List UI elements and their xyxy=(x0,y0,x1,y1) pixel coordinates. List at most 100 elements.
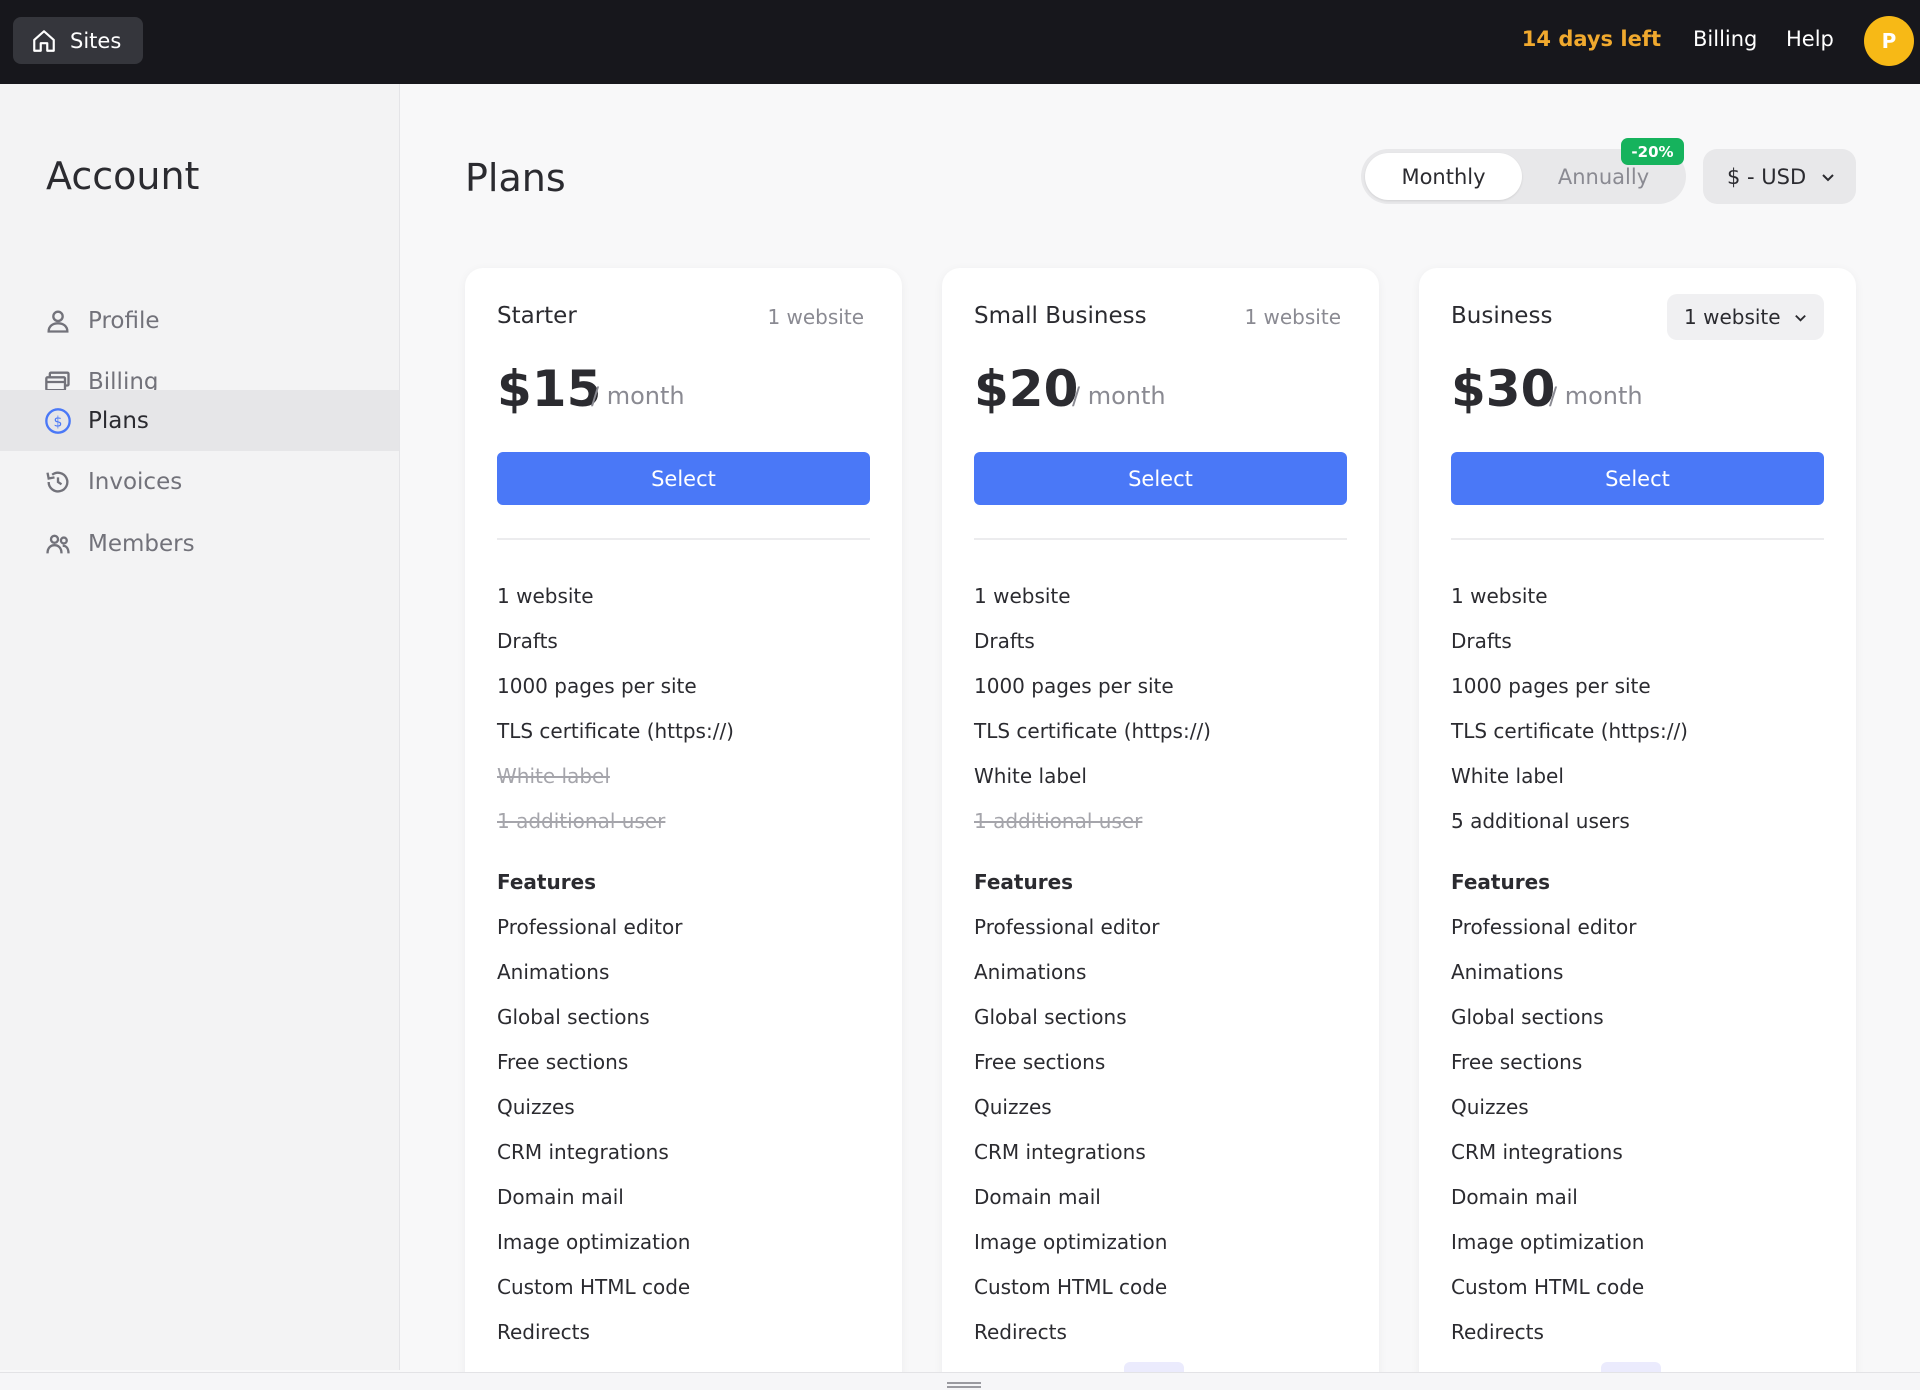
plan-card-small-business: Small Business 1 website $20 / month Sel… xyxy=(942,268,1379,1390)
feature-item: Animations xyxy=(497,960,610,984)
feature-item: Custom HTML code xyxy=(974,1275,1168,1299)
feature-item: Global sections xyxy=(497,1005,650,1029)
billing-link[interactable]: Billing xyxy=(1693,27,1757,51)
plan-period: / month xyxy=(1549,382,1643,410)
trial-days-left[interactable]: 14 days left xyxy=(1522,27,1661,51)
limit-item: 1 website xyxy=(974,584,1071,608)
plan-name: Business xyxy=(1451,303,1553,329)
discount-badge: -20% xyxy=(1621,138,1684,165)
resize-handle[interactable] xyxy=(947,1382,981,1388)
limit-item: TLS certificate (https://) xyxy=(497,719,734,743)
plan-card-business: Business 1 website $30 / month Select 1 … xyxy=(1419,268,1856,1390)
limit-item-excluded: White label xyxy=(497,764,610,788)
website-count-value: 1 website xyxy=(1684,305,1781,329)
feature-item: Image optimization xyxy=(1451,1230,1645,1254)
limit-item: TLS certificate (https://) xyxy=(974,719,1211,743)
features-heading: Features xyxy=(974,870,1074,894)
feature-item: Quizzes xyxy=(974,1095,1052,1119)
sidebar: Account Profile Billing $ Plans Invoices… xyxy=(0,84,400,1370)
limit-item: 1000 pages per site xyxy=(497,674,697,698)
select-starter-button[interactable]: Select xyxy=(497,452,870,505)
top-bar: Sites 14 days left Billing Help P xyxy=(0,0,1920,84)
user-icon xyxy=(47,310,69,333)
feature-item: Image optimization xyxy=(497,1230,691,1254)
chevron-down-icon xyxy=(1794,314,1806,322)
page-title: Plans xyxy=(465,156,566,200)
feature-item: Custom HTML code xyxy=(1451,1275,1645,1299)
limit-item-excluded: 1 additional user xyxy=(497,809,666,833)
users-icon xyxy=(46,534,70,553)
feature-item: Animations xyxy=(1451,960,1564,984)
sidebar-item-label: Plans xyxy=(88,407,149,434)
divider xyxy=(1451,538,1824,540)
help-link[interactable]: Help xyxy=(1786,27,1834,51)
feature-item: Professional editor xyxy=(497,915,683,939)
sites-label: Sites xyxy=(70,28,122,53)
monthly-option[interactable]: Monthly xyxy=(1365,153,1522,200)
plan-price: $15 xyxy=(497,360,602,418)
feature-item: Redirects xyxy=(974,1320,1067,1344)
select-small-business-button[interactable]: Select xyxy=(974,452,1347,505)
feature-item: CRM integrations xyxy=(974,1140,1146,1164)
limit-item: White label xyxy=(974,764,1087,788)
feature-item: Domain mail xyxy=(974,1185,1101,1209)
limit-item-excluded: 1 additional user xyxy=(974,809,1143,833)
sidebar-item-label: Profile xyxy=(88,307,160,334)
dollar-circle-icon: $ xyxy=(45,407,71,434)
limit-item: 1 website xyxy=(497,584,594,608)
plan-price: $30 xyxy=(1451,360,1556,418)
plan-card-starter: Starter 1 website $15 / month Select 1 w… xyxy=(465,268,902,1390)
feature-item: Redirects xyxy=(1451,1320,1544,1344)
sidebar-item-plans[interactable]: $ Plans xyxy=(0,390,399,451)
sidebar-item-label: Invoices xyxy=(88,468,183,495)
select-business-button[interactable]: Select xyxy=(1451,452,1824,505)
chevron-down-icon xyxy=(1822,173,1834,181)
divider xyxy=(497,538,870,540)
limit-item: Drafts xyxy=(497,629,558,653)
plan-sites: 1 website xyxy=(767,305,864,329)
feature-item: Image optimization xyxy=(974,1230,1168,1254)
sites-button[interactable]: Sites xyxy=(13,17,143,64)
feature-item: Quizzes xyxy=(497,1095,575,1119)
sidebar-item-profile[interactable]: Profile xyxy=(0,290,399,351)
limit-item: 5 additional users xyxy=(1451,809,1630,833)
divider xyxy=(974,538,1347,540)
feature-item: Free sections xyxy=(1451,1050,1583,1074)
feature-item: Free sections xyxy=(974,1050,1106,1074)
sidebar-title: Account xyxy=(46,154,200,198)
feature-item: Free sections xyxy=(497,1050,629,1074)
feature-item: Global sections xyxy=(1451,1005,1604,1029)
currency-select[interactable]: $ - USD xyxy=(1703,149,1856,204)
limit-item: Drafts xyxy=(1451,629,1512,653)
feature-item: Global sections xyxy=(974,1005,1127,1029)
limit-item: 1 website xyxy=(1451,584,1548,608)
feature-item: Quizzes xyxy=(1451,1095,1529,1119)
website-count-select[interactable]: 1 website xyxy=(1667,294,1824,340)
plan-name: Starter xyxy=(497,303,577,329)
limit-item: 1000 pages per site xyxy=(974,674,1174,698)
features-heading: Features xyxy=(497,870,597,894)
feature-item: Custom HTML code xyxy=(497,1275,691,1299)
plan-price: $20 xyxy=(974,360,1079,418)
feature-item: Professional editor xyxy=(1451,915,1637,939)
feature-item: Animations xyxy=(974,960,1087,984)
sidebar-item-members[interactable]: Members xyxy=(0,513,399,574)
plan-name: Small Business xyxy=(974,303,1147,329)
feature-item: Redirects xyxy=(497,1320,590,1344)
svg-text:$: $ xyxy=(54,414,63,430)
avatar[interactable]: P xyxy=(1864,16,1914,66)
history-icon xyxy=(46,471,69,493)
limit-item: TLS certificate (https://) xyxy=(1451,719,1688,743)
features-heading: Features xyxy=(1451,870,1551,894)
home-icon xyxy=(33,29,55,52)
feature-item: Domain mail xyxy=(497,1185,624,1209)
limit-item: Drafts xyxy=(974,629,1035,653)
sidebar-item-invoices[interactable]: Invoices xyxy=(0,451,399,512)
currency-value: $ - USD xyxy=(1727,164,1807,189)
plan-period: / month xyxy=(591,382,685,410)
sidebar-item-label: Members xyxy=(88,530,195,557)
limit-item: 1000 pages per site xyxy=(1451,674,1651,698)
feature-item: Domain mail xyxy=(1451,1185,1578,1209)
plan-sites: 1 website xyxy=(1244,305,1341,329)
plan-period: / month xyxy=(1072,382,1166,410)
